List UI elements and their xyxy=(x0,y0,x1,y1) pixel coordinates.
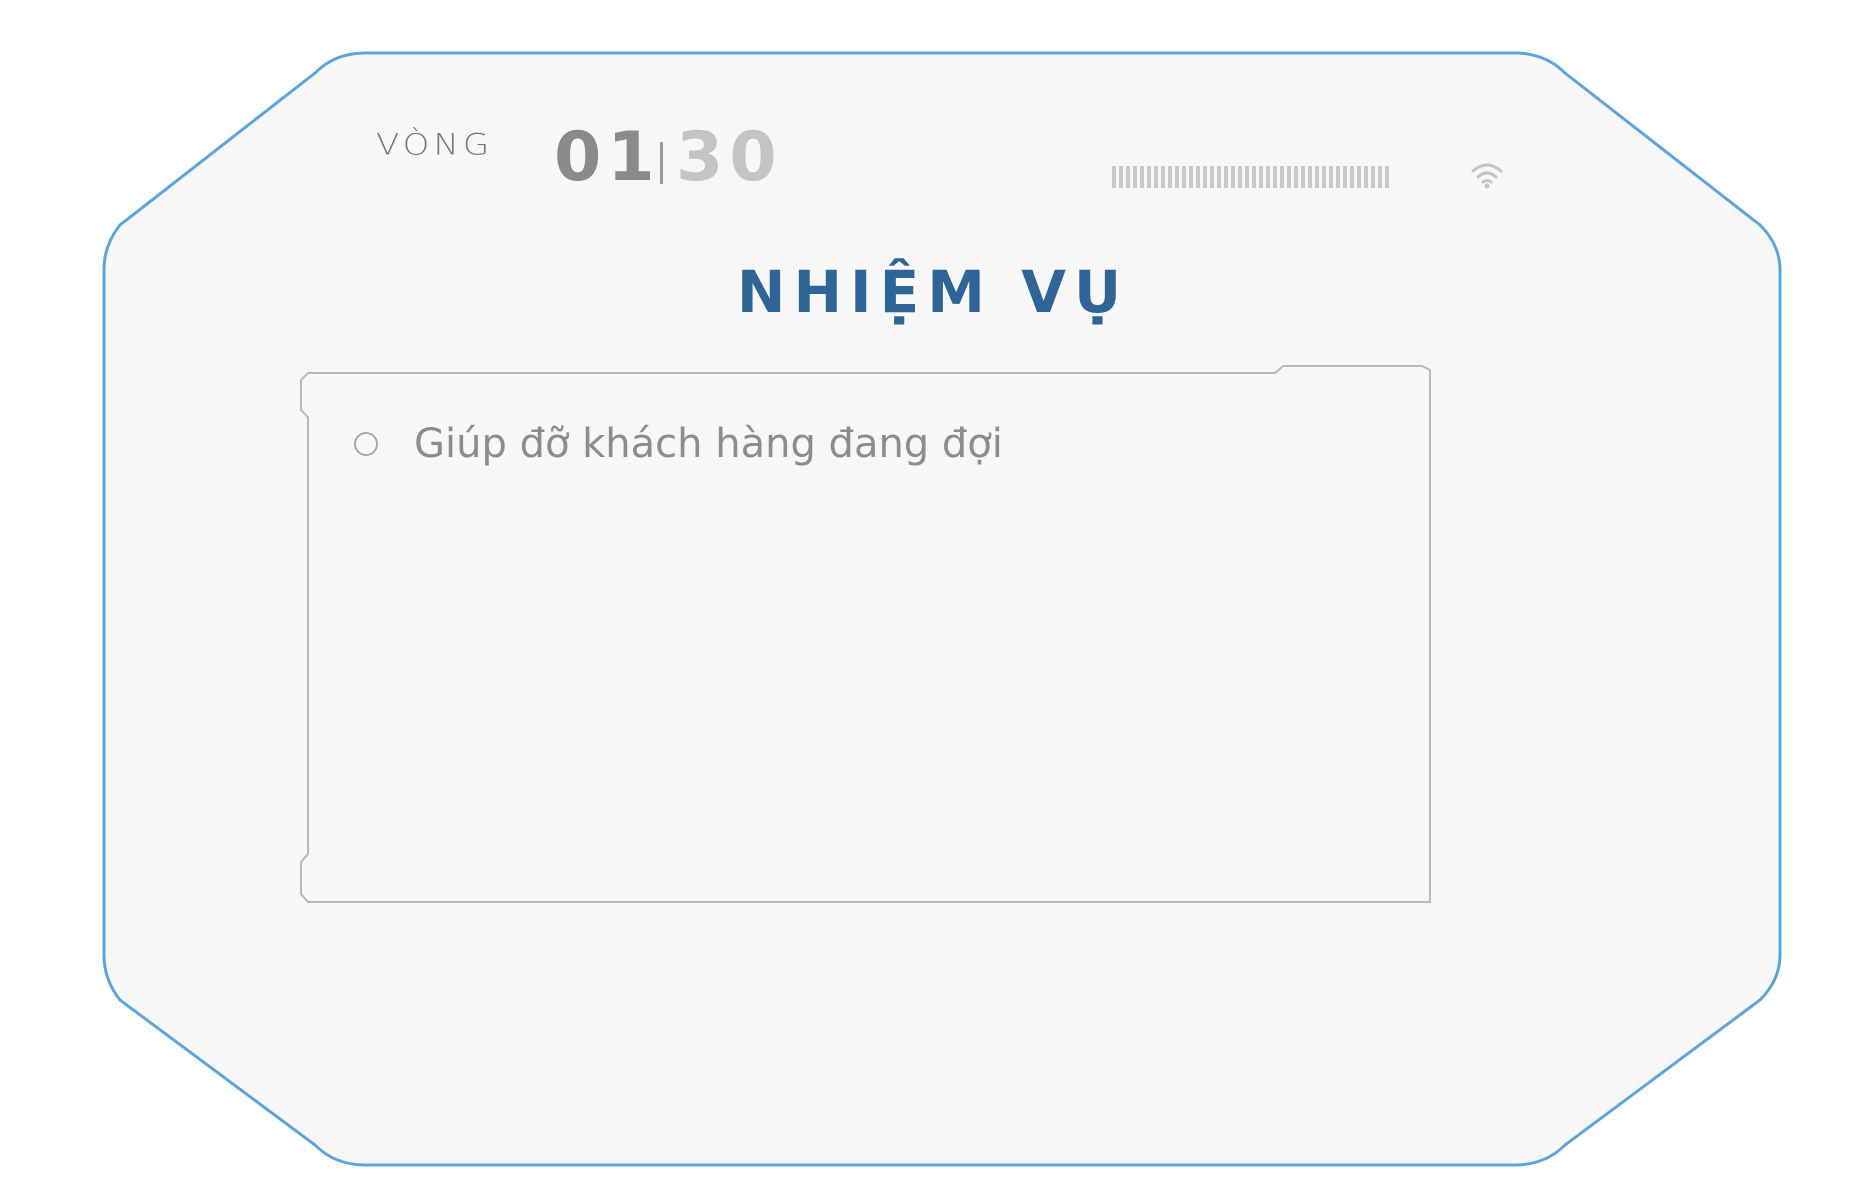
signal-bar xyxy=(1112,166,1116,188)
signal-bar xyxy=(1301,166,1305,188)
mission-title: NHIỆM VỤ xyxy=(736,258,1130,326)
signal-bar xyxy=(1273,166,1277,188)
signal-bar xyxy=(1126,166,1130,188)
signal-bar xyxy=(1308,166,1312,188)
signal-bar xyxy=(1210,166,1214,188)
timer-minutes: 01 xyxy=(554,118,661,197)
signal-bar xyxy=(1189,166,1193,188)
signal-bar xyxy=(1385,166,1389,188)
signal-bar xyxy=(1168,166,1172,188)
signal-bar xyxy=(1266,166,1270,188)
signal-bar xyxy=(1259,166,1263,188)
signal-bar xyxy=(1231,166,1235,188)
signal-bar xyxy=(1203,166,1207,188)
task-label: Giúp đỡ khách hàng đang đợi xyxy=(414,421,1003,467)
signal-bar xyxy=(1294,166,1298,188)
signal-bar xyxy=(1364,166,1368,188)
signal-bar xyxy=(1119,166,1123,188)
signal-bar xyxy=(1217,166,1221,188)
signal-bar xyxy=(1315,166,1319,188)
signal-bar xyxy=(1147,166,1151,188)
signal-bar xyxy=(1238,166,1242,188)
wifi-icon xyxy=(1471,163,1503,189)
signal-bar xyxy=(1224,166,1228,188)
signal-bar xyxy=(1161,166,1165,188)
signal-bar xyxy=(1378,166,1382,188)
timer-seconds: 30 xyxy=(676,118,783,197)
signal-bar xyxy=(1329,166,1333,188)
signal-bar xyxy=(1196,166,1200,188)
task-list-item[interactable]: Giúp đỡ khách hàng đang đợi xyxy=(354,424,1003,464)
signal-bar xyxy=(1252,166,1256,188)
signal-bar xyxy=(1154,166,1158,188)
signal-bar xyxy=(1287,166,1291,188)
signal-bar xyxy=(1140,166,1144,188)
signal-bar xyxy=(1350,166,1354,188)
signal-bar xyxy=(1322,166,1326,188)
signal-bar xyxy=(1343,166,1347,188)
signal-bar xyxy=(1182,166,1186,188)
signal-bar xyxy=(1336,166,1340,188)
signal-bar xyxy=(1357,166,1361,188)
signal-bar xyxy=(1133,166,1137,188)
signal-bar xyxy=(1371,166,1375,188)
signal-bar xyxy=(1175,166,1179,188)
timer-separator xyxy=(660,142,663,184)
empty-circle-icon xyxy=(354,432,378,456)
signal-bars-icon xyxy=(1112,166,1452,188)
round-label: VÒNG xyxy=(376,128,494,162)
signal-bar xyxy=(1280,166,1284,188)
signal-bar xyxy=(1245,166,1249,188)
